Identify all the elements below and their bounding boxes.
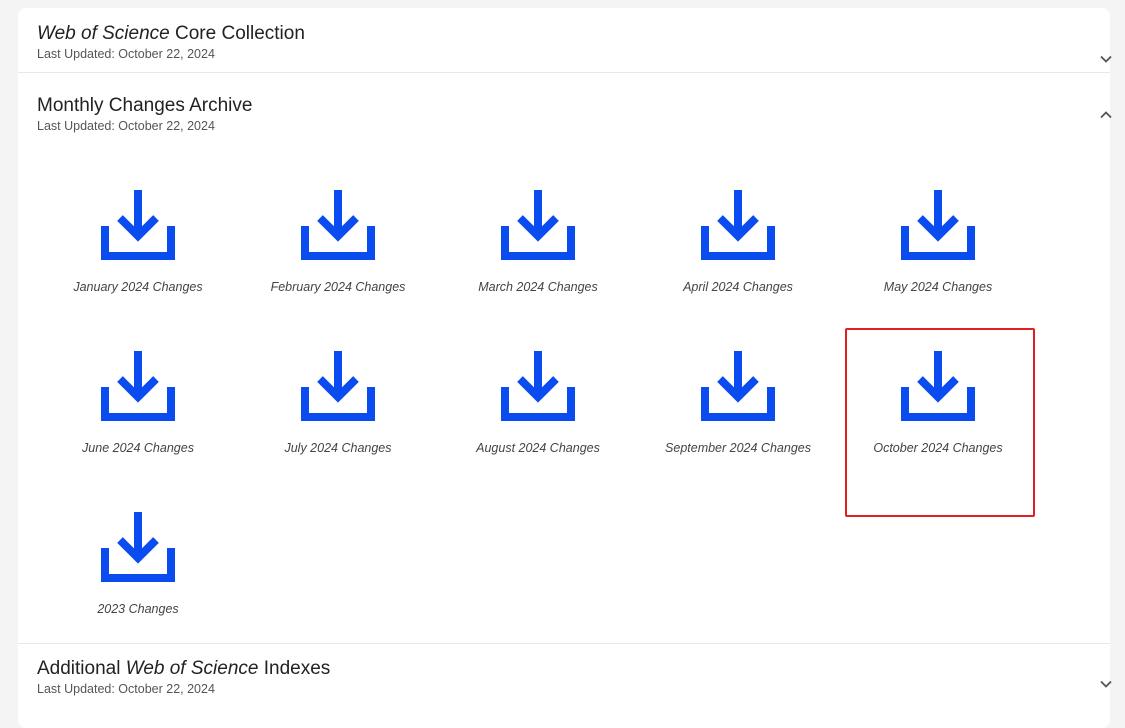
download-icon[interactable] [701, 349, 775, 423]
download-label[interactable]: February 2024 Changes [238, 280, 438, 294]
download-icon[interactable] [701, 188, 775, 262]
section-title-core-collection: Web of Science Core Collection [37, 23, 305, 44]
download-tile[interactable]: July 2024 Changes [238, 341, 438, 481]
download-icon[interactable] [301, 349, 375, 423]
download-label[interactable]: August 2024 Changes [438, 441, 638, 455]
download-tile[interactable]: 2023 Changes [38, 502, 238, 642]
download-label[interactable]: 2023 Changes [38, 602, 238, 616]
download-tile[interactable]: March 2024 Changes [438, 180, 638, 320]
accordion-core-collection[interactable]: Web of Science Core Collection Last Upda… [18, 22, 1125, 72]
download-label[interactable]: April 2024 Changes [638, 280, 838, 294]
download-tile[interactable]: May 2024 Changes [838, 180, 1038, 320]
download-label[interactable]: October 2024 Changes [838, 441, 1038, 455]
download-icon[interactable] [101, 510, 175, 584]
divider [18, 643, 1110, 644]
download-icon[interactable] [301, 188, 375, 262]
download-tile[interactable]: August 2024 Changes [438, 341, 638, 481]
download-tile[interactable]: April 2024 Changes [638, 180, 838, 320]
download-label[interactable]: July 2024 Changes [238, 441, 438, 455]
download-label[interactable]: September 2024 Changes [638, 441, 838, 455]
database-accordion-card: Web of Science Core Collection Last Upda… [18, 8, 1112, 728]
download-tile[interactable]: February 2024 Changes [238, 180, 438, 320]
download-tile[interactable]: June 2024 Changes [38, 341, 238, 481]
chevron-up-icon[interactable] [1099, 108, 1113, 122]
download-label[interactable]: March 2024 Changes [438, 280, 638, 294]
download-icon[interactable] [901, 349, 975, 423]
download-icon[interactable] [101, 349, 175, 423]
download-tile[interactable]: October 2024 Changes [838, 341, 1038, 481]
chevron-down-icon[interactable] [1099, 52, 1113, 66]
accordion-monthly-changes[interactable]: Monthly Changes Archive Last Updated: Oc… [18, 94, 1125, 144]
divider [18, 72, 1110, 73]
last-updated-core-collection: Last Updated: October 22, 2024 [37, 47, 215, 61]
download-label[interactable]: May 2024 Changes [838, 280, 1038, 294]
download-label[interactable]: June 2024 Changes [38, 441, 238, 455]
download-icon[interactable] [501, 188, 575, 262]
section-title-monthly-changes: Monthly Changes Archive [37, 95, 253, 116]
last-updated-additional-indexes: Last Updated: October 22, 2024 [37, 682, 215, 696]
download-icon[interactable] [501, 349, 575, 423]
last-updated-monthly-changes: Last Updated: October 22, 2024 [37, 119, 215, 133]
download-tile[interactable]: January 2024 Changes [38, 180, 238, 320]
chevron-down-icon[interactable] [1099, 677, 1113, 691]
download-icon[interactable] [101, 188, 175, 262]
download-label[interactable]: January 2024 Changes [38, 280, 238, 294]
download-tile[interactable]: September 2024 Changes [638, 341, 838, 481]
download-icon[interactable] [901, 188, 975, 262]
accordion-additional-indexes[interactable]: Additional Web of Science Indexes Last U… [18, 657, 1125, 707]
section-title-additional-indexes: Additional Web of Science Indexes [37, 658, 331, 679]
